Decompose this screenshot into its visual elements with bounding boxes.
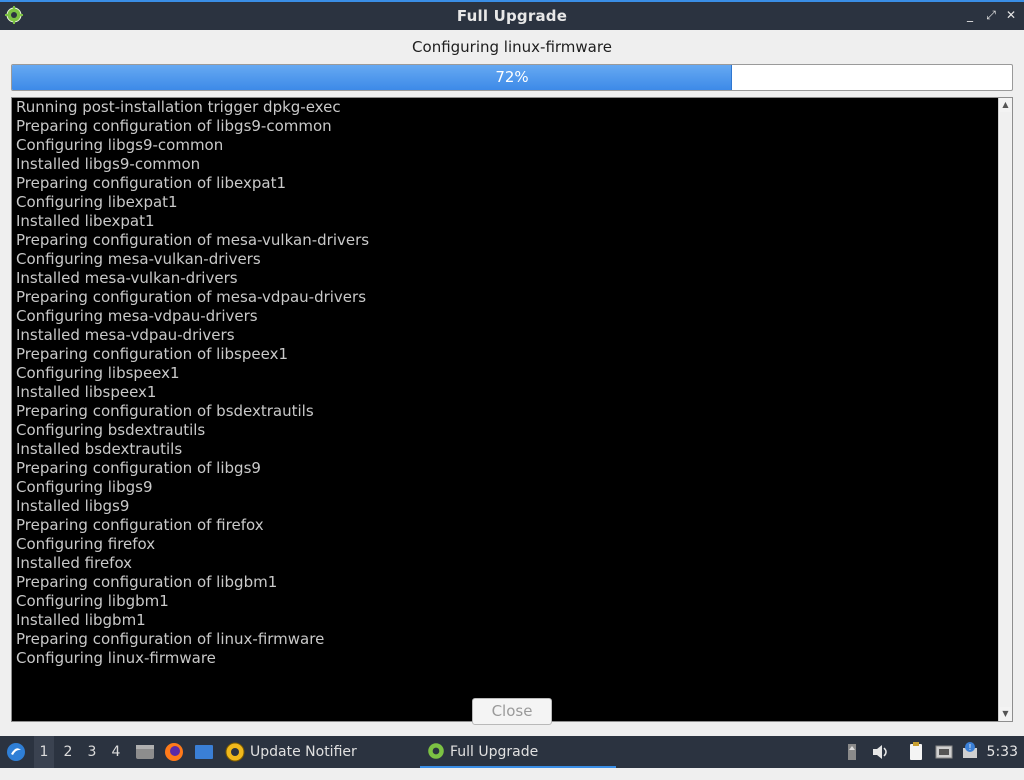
progress-bar: 72% — [11, 64, 1013, 91]
window-titlebar[interactable]: Full Upgrade _ ⤢ ✕ — [0, 0, 1024, 30]
log-line: Preparing configuration of mesa-vdpau-dr… — [16, 288, 367, 306]
lubuntu-logo-icon — [7, 743, 25, 761]
log-line: Configuring bsdextrautils — [16, 421, 206, 439]
log-line: Configuring libexpat1 — [16, 193, 178, 211]
log-line: Installed mesa-vulkan-drivers — [16, 269, 238, 287]
svg-text:!: ! — [969, 743, 971, 752]
vertical-scrollbar[interactable]: ▲ ▼ — [998, 98, 1012, 721]
workspace-3[interactable]: 3 — [82, 736, 102, 768]
network-icon[interactable] — [934, 736, 954, 768]
scroll-track[interactable] — [1000, 112, 1011, 707]
log-line: Configuring linux-firmware — [16, 649, 216, 667]
maximize-button[interactable]: ⤢ — [984, 8, 998, 22]
log-line: Preparing configuration of firefox — [16, 516, 264, 534]
log-line: Installed libgs9-common — [16, 155, 201, 173]
task-label: Full Upgrade — [450, 744, 539, 760]
firefox-icon[interactable] — [163, 736, 185, 768]
terminal-log[interactable]: Running post-installation trigger dpkg-e… — [11, 97, 1013, 722]
log-line: Installed libspeex1 — [16, 383, 157, 401]
log-line: Preparing configuration of linux-firmwar… — [16, 630, 325, 648]
tray-scroll-icon[interactable] — [842, 736, 862, 768]
log-line: Preparing configuration of libgbm1 — [16, 573, 278, 591]
workspace-2[interactable]: 2 — [58, 736, 78, 768]
desktop-icon[interactable] — [193, 736, 215, 768]
status-label: Configuring linux-firmware — [412, 38, 612, 56]
log-line: Installed libgs9 — [16, 497, 130, 515]
close-window-button[interactable]: ✕ — [1004, 8, 1018, 22]
log-line: Configuring libgs9 — [16, 478, 153, 496]
workspace-1[interactable]: 1 — [34, 736, 54, 768]
log-line: Configuring libspeex1 — [16, 364, 180, 382]
log-line: Configuring libgbm1 — [16, 592, 169, 610]
log-line: Installed libgbm1 — [16, 611, 146, 629]
log-line: Installed firefox — [16, 554, 133, 572]
log-line: Running post-installation trigger dpkg-e… — [16, 98, 341, 116]
log-line: Installed bsdextrautils — [16, 440, 183, 458]
log-line: Installed libexpat1 — [16, 212, 155, 230]
clipboard-icon[interactable] — [906, 736, 926, 768]
log-line: Configuring mesa-vdpau-drivers — [16, 307, 258, 325]
log-line: Installed mesa-vdpau-drivers — [16, 326, 235, 344]
start-menu-button[interactable] — [4, 736, 28, 768]
progress-text: 72% — [495, 68, 529, 86]
update-notification-icon[interactable]: ! — [960, 736, 980, 768]
close-button[interactable]: Close — [472, 698, 552, 725]
volume-icon[interactable] — [870, 736, 890, 768]
taskbar: 1234 Update Notifier Full Upgrade ! 5:33 — [0, 736, 1024, 768]
task-full-upgrade[interactable]: Full Upgrade — [420, 736, 616, 768]
log-line: Preparing configuration of libspeex1 — [16, 345, 288, 363]
log-line: Configuring firefox — [16, 535, 156, 553]
gear-icon — [428, 743, 444, 759]
scroll-down-icon[interactable]: ▼ — [999, 707, 1012, 721]
log-line: Preparing configuration of libgs9 — [16, 459, 261, 477]
log-line: Configuring libgs9-common — [16, 136, 224, 154]
minimize-button[interactable]: _ — [963, 8, 977, 22]
update-notifier-icon — [225, 742, 245, 762]
task-label: Update Notifier — [250, 744, 357, 760]
log-line: Preparing configuration of libexpat1 — [16, 174, 287, 192]
log-line: Preparing configuration of mesa-vulkan-d… — [16, 231, 370, 249]
scroll-up-icon[interactable]: ▲ — [999, 98, 1012, 112]
log-line: Preparing configuration of bsdextrautils — [16, 402, 314, 420]
file-manager-icon[interactable] — [134, 736, 156, 768]
log-line: Preparing configuration of libgs9-common — [16, 117, 332, 135]
window-title: Full Upgrade — [456, 7, 568, 25]
log-lines: Running post-installation trigger dpkg-e… — [16, 98, 996, 721]
log-line: Configuring mesa-vulkan-drivers — [16, 250, 261, 268]
workspace-4[interactable]: 4 — [106, 736, 126, 768]
task-update-notifier[interactable]: Update Notifier — [220, 736, 420, 768]
window-body: Configuring linux-firmware 72% Running p… — [0, 30, 1024, 736]
clock[interactable]: 5:33 — [987, 736, 1018, 768]
